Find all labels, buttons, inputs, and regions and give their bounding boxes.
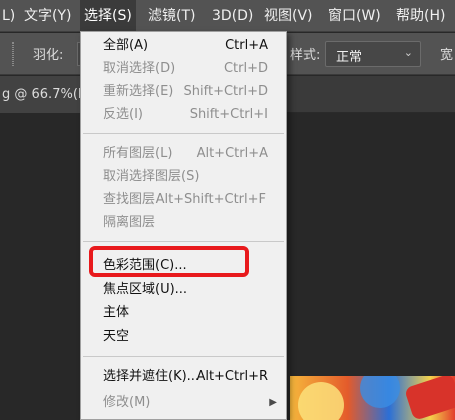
menu-item-sky[interactable]: 天空 [81,325,286,348]
document-image[interactable] [290,376,455,420]
chevron-down-icon: ⌄ [403,46,413,59]
menubar: L) 文字(Y) 选择(S) 滤镜(T) 3D(D) 视图(V) 窗口(W) 帮… [0,0,455,32]
menu-type[interactable]: 文字(Y) [20,0,75,32]
style-label: 样式: [290,48,321,63]
select-menu-dropdown: 全部(A) Ctrl+A 取消选择(D) Ctrl+D 重新选择(E) Shif… [80,31,287,420]
menu-item-deselect[interactable]: 取消选择(D) Ctrl+D [81,57,286,80]
style-select[interactable]: 正常 ⌄ [325,41,421,67]
menu-item-reselect[interactable]: 重新选择(E) Shift+Ctrl+D [81,80,286,103]
width-label: 宽 [440,48,454,63]
menu-item-all-layers[interactable]: 所有图层(L) Alt+Ctrl+A [81,142,286,165]
menu-item-label: 主体 [103,305,130,320]
menu-item-label: 焦点区域(U)... [103,282,188,297]
menu-item-select-all[interactable]: 全部(A) Ctrl+A [81,34,286,57]
feather-label: 羽化: [33,48,64,63]
menu-item-label: 取消选择(D) [103,61,176,76]
menu-item-label: 天空 [103,329,130,344]
menu-item-label: 隔离图层 [103,215,156,230]
menu-item-shortcut: Alt+Shift+Ctrl+F [155,192,266,207]
menu-item-shortcut: Ctrl+A [225,38,268,53]
menu-separator [83,356,284,357]
menu-item-label: 色彩范围(C)... [103,258,187,273]
options-bar-grip[interactable] [12,42,14,66]
menu-select[interactable]: 选择(S) [80,0,136,32]
menu-item-shortcut: Shift+Ctrl+D [183,84,268,99]
menu-item-label: 修改(M) [103,395,151,410]
menu-item-label: 取消选择图层(S) [103,169,200,184]
menu-item-label: 所有图层(L) [103,146,173,161]
menu-item-shortcut: Alt+Ctrl+A [196,146,268,161]
menu-item-subject[interactable]: 主体 [81,301,286,324]
menu-layer[interactable]: L) [0,0,19,32]
menu-item-isolate-layers[interactable]: 隔离图层 [81,211,286,234]
menu-item-label: 全部(A) [103,38,149,53]
menu-item-shortcut: Shift+Ctrl+I [189,107,268,122]
menu-item-find-layers[interactable]: 查找图层 Alt+Shift+Ctrl+F [81,188,286,211]
menu-item-inverse[interactable]: 反选(I) Shift+Ctrl+I [81,103,286,126]
menu-view[interactable]: 视图(V) [260,0,317,32]
menu-window[interactable]: 窗口(W) [324,0,385,32]
menu-item-label: 选择并遮住(K)... [103,369,200,384]
menu-help[interactable]: 帮助(H) [392,0,449,32]
menu-item-label: 查找图层 [103,192,156,207]
submenu-arrow-icon: ▶ [269,397,277,408]
menu-item-shortcut: Alt+Ctrl+R [196,369,268,384]
image-shape [403,376,455,420]
menu-item-focus-area[interactable]: 焦点区域(U)... [81,278,286,301]
menu-3d[interactable]: 3D(D) [208,0,257,32]
style-select-value: 正常 [336,50,363,65]
image-shape [360,376,400,408]
menu-item-label: 反选(I) [103,107,143,122]
document-tab-title: g @ 66.7%(R [2,87,87,102]
menu-item-select-and-mask[interactable]: 选择并遮住(K)... Alt+Ctrl+R [81,365,286,388]
photoshop-window: L) 文字(Y) 选择(S) 滤镜(T) 3D(D) 视图(V) 窗口(W) 帮… [0,0,455,420]
menu-filter[interactable]: 滤镜(T) [144,0,199,32]
menu-item-color-range[interactable]: 色彩范围(C)... [81,254,286,277]
menu-separator [83,133,284,134]
menu-separator [83,241,284,242]
image-shape [298,382,344,420]
menu-item-label: 重新选择(E) [103,84,174,99]
menu-item-modify[interactable]: 修改(M) ▶ [81,391,286,414]
menu-item-deselect-layers[interactable]: 取消选择图层(S) [81,165,286,188]
menu-item-shortcut: Ctrl+D [223,61,268,76]
